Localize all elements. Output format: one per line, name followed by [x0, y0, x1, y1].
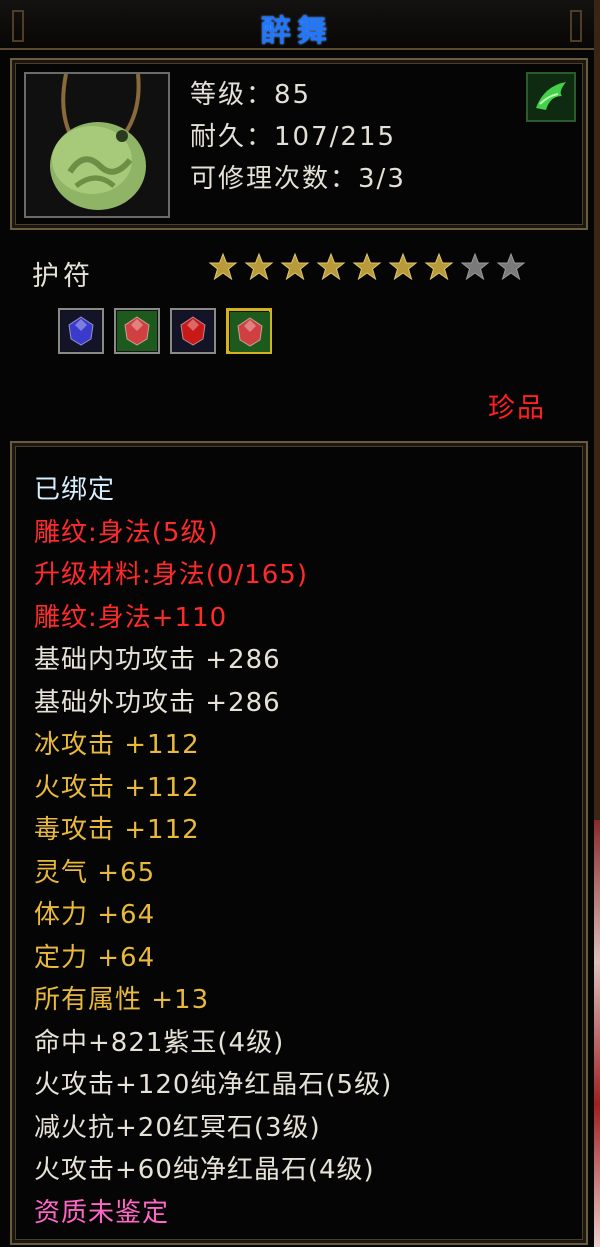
detail-line: 定力 +64 [34, 942, 156, 973]
star-rating [208, 252, 526, 282]
title-bar: 醉舞 [0, 0, 594, 50]
repair-label: 可修理次数： [190, 164, 359, 194]
repair-row: 可修理次数： 3/3 [190, 158, 406, 200]
durability-label: 耐久： [190, 122, 275, 152]
detail-line: 冰攻击 +112 [34, 730, 200, 760]
title-ornament-left [12, 10, 24, 42]
level-label: 等级： [190, 80, 275, 110]
background-scenery-strip [594, 820, 600, 1247]
title-ornament-right [570, 10, 582, 42]
pure-red-crystal-gem-icon[interactable] [114, 308, 160, 354]
detail-line: 基础外功攻击 +286 [34, 687, 281, 718]
star-empty-icon [460, 252, 490, 281]
gem-slots [58, 308, 272, 354]
detail-line: 火攻击+120纯净红晶石(5级) [34, 1070, 393, 1100]
detail-line: 资质未鉴定 [34, 1197, 170, 1228]
star-filled-icon [424, 252, 454, 281]
star-filled-icon [244, 252, 274, 281]
detail-line: 升级材料:身法(0/165) [34, 560, 308, 590]
detail-line: 雕纹:身法+110 [34, 602, 228, 633]
repair-count: 3/3 [358, 164, 406, 194]
detail-line: 所有属性 +13 [34, 985, 210, 1015]
item-name: 醉舞 [261, 14, 333, 49]
detail-line: 火攻击 +112 [34, 772, 200, 803]
item-info-panel: 护符 珍品 [10, 232, 584, 432]
durability-row: 耐久： 107/215 [190, 116, 406, 158]
purple-jade-gem-icon[interactable] [58, 308, 104, 354]
detail-line: 灵气 +65 [34, 857, 156, 888]
detail-line: 已绑定 [34, 475, 116, 505]
star-filled-icon [208, 252, 238, 281]
item-type: 护符 [32, 261, 94, 292]
detail-line: 基础内功攻击 +286 [34, 645, 281, 675]
pure-red-crystal-gem-icon[interactable] [226, 308, 272, 354]
detail-line: 命中+821紫玉(4级) [34, 1027, 285, 1058]
item-header-panel: 等级： 85 耐久： 107/215 可修理次数： 3/3 [10, 58, 588, 230]
star-filled-icon [388, 252, 418, 281]
detail-list: 已绑定雕纹:身法(5级) 升级材料:身法(0/165) 雕纹:身法+110 基础内功攻… [34, 469, 392, 1234]
tooltip-frame: 醉舞 等级： 85 耐久： 107/215 可修理次数： 3/3 护符 珍品 已… [0, 0, 600, 1247]
star-filled-icon [280, 252, 310, 281]
star-empty-icon [496, 252, 526, 281]
jade-pendant-icon [24, 72, 170, 218]
level-row: 等级： 85 [190, 74, 406, 116]
detail-line: 雕纹:身法(5级) [34, 517, 219, 548]
green-wind-emblem-icon [526, 72, 576, 122]
detail-line: 火攻击+60纯净红晶石(4级) [34, 1155, 375, 1185]
detail-line: 体力 +64 [34, 900, 156, 930]
item-details-panel: 已绑定雕纹:身法(5级) 升级材料:身法(0/165) 雕纹:身法+110 基础内功攻… [10, 441, 588, 1245]
detail-line: 减火抗+20红冥石(3级) [34, 1112, 321, 1143]
item-stats: 等级： 85 耐久： 107/215 可修理次数： 3/3 [190, 74, 406, 200]
red-dark-stone-gem-icon[interactable] [170, 308, 216, 354]
level-value: 85 [274, 80, 312, 110]
star-filled-icon [316, 252, 346, 281]
durability-value: 107/215 [274, 122, 397, 152]
star-filled-icon [352, 252, 382, 281]
detail-line: 毒攻击 +112 [34, 815, 200, 845]
rarity-label: 珍品 [488, 393, 546, 424]
